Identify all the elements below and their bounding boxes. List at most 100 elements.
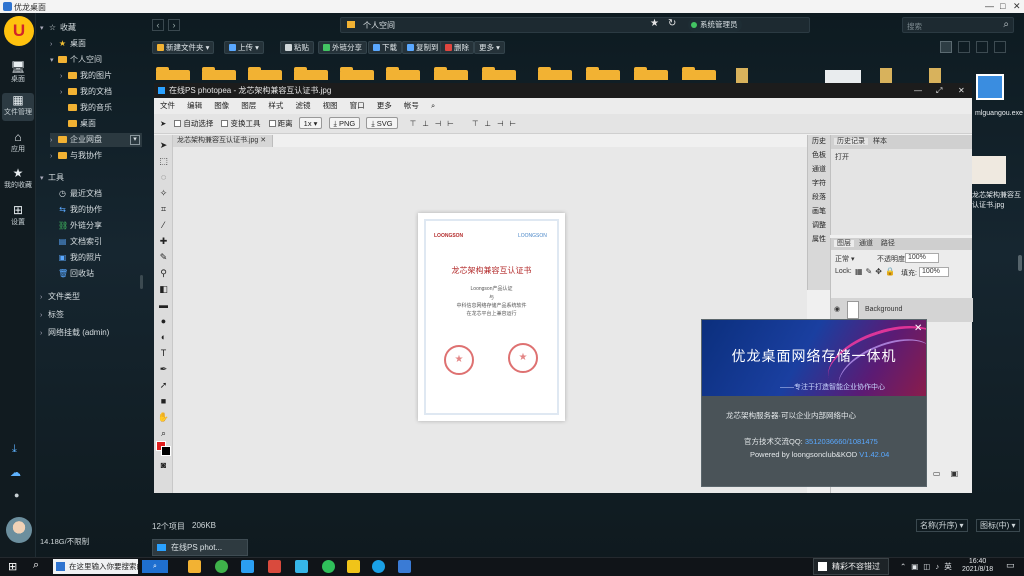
minimize-icon[interactable]: — (914, 83, 922, 98)
nav-apps[interactable]: ⌂ 应用 (2, 130, 34, 158)
windows-start-icon[interactable]: ⊞ (8, 560, 17, 573)
wechat-icon[interactable] (322, 560, 335, 573)
auto-select-checkbox[interactable] (174, 120, 182, 127)
search-icon[interactable]: ⌕ (1003, 19, 1009, 30)
search-icon[interactable]: ⌕ (431, 101, 435, 110)
marquee-tool-icon[interactable]: ⬚ (157, 155, 170, 168)
edge-icon[interactable] (372, 560, 385, 573)
folder-item[interactable] (586, 67, 620, 80)
search-icon[interactable]: ⌕ (33, 559, 39, 572)
document-tab[interactable]: 龙芯架构兼容互认证书.jpg ✕ (173, 135, 273, 147)
file-explorer-icon[interactable] (188, 560, 201, 573)
nav-favorites[interactable]: ★ 我的收藏 (2, 166, 34, 194)
tree-item-recycle-bin[interactable]: 🗑 回收站 (50, 267, 94, 281)
fill-input[interactable]: 100% (919, 267, 949, 277)
browser-app-icon[interactable] (241, 560, 254, 573)
notes-app-icon[interactable] (347, 560, 360, 573)
tree-item-my-pictures[interactable]: › 我的图片 (60, 69, 112, 83)
align-icons[interactable]: ⊤⊥⊣⊢ (410, 119, 460, 128)
nav-settings[interactable]: ⊞ 设置 (2, 203, 34, 231)
tree-item-doc-index[interactable]: ▤ 文档索引 (50, 235, 102, 249)
maximize-icon[interactable]: ⤢ (936, 83, 942, 98)
view-list-icon[interactable] (976, 41, 988, 53)
system-tray-icons[interactable]: ⌃▣◫♪英 (900, 561, 957, 572)
pen-tool-icon[interactable]: ✒ (157, 363, 170, 376)
copy-to-button[interactable]: 复制到 (402, 41, 444, 54)
close-icon[interactable]: ✕ (914, 323, 922, 334)
panel-swatches-tab[interactable]: 色板 (808, 149, 830, 163)
folder-item[interactable] (434, 67, 468, 80)
app-logo[interactable]: U (4, 16, 34, 46)
tree-scrollbar[interactable] (140, 275, 143, 289)
search-button[interactable]: ⌕ (142, 560, 168, 573)
panel-character-tab[interactable]: 字符 (808, 177, 830, 191)
file-list-scrollbar[interactable] (1018, 255, 1022, 271)
forward-button[interactable]: › (168, 19, 180, 31)
eraser-tool-icon[interactable]: ◧ (157, 283, 170, 296)
tree-item-collaboration[interactable]: › 与我协作 (50, 149, 102, 163)
tree-item-my-music[interactable]: 我的音乐 (60, 101, 112, 115)
tree-item-share-links[interactable]: ⛓ 外链分享 (50, 219, 102, 233)
video-app-icon[interactable] (295, 560, 308, 573)
folder-item[interactable] (202, 67, 236, 80)
history-tab[interactable]: 历史记录 (834, 138, 868, 145)
zoom-select[interactable]: 1x ▾ (298, 117, 323, 129)
nav-file-manager[interactable]: ▦ 文件管理 (2, 93, 34, 121)
export-svg-button[interactable]: ⤓ SVG (366, 117, 398, 129)
tree-item-my-collab[interactable]: ⇆ 我的协作 (50, 203, 102, 217)
hand-tool-icon[interactable]: ✋ (157, 411, 170, 424)
path-select-tool-icon[interactable]: ➚ (157, 379, 170, 392)
star-icon[interactable]: ★ (650, 18, 659, 29)
delete-button[interactable]: 删除 (440, 41, 474, 54)
transform-checkbox[interactable] (221, 120, 229, 127)
folder-item[interactable] (538, 67, 572, 80)
archive-file-icon[interactable] (880, 68, 892, 83)
upload-button[interactable]: 上传 ▾ (224, 41, 264, 54)
more-button[interactable]: 更多 ▾ (474, 41, 505, 54)
tree-item-enterprise-drive[interactable]: › 企业网盘 ▾ (50, 133, 142, 147)
close-icon[interactable]: ✕ (1013, 1, 1021, 12)
ime-news-badge[interactable]: 精彩不容错过 (813, 558, 889, 575)
maximize-icon[interactable]: □ (1000, 1, 1005, 11)
shape-tool-icon[interactable]: ■ (157, 395, 170, 408)
back-button[interactable]: ‹ (152, 19, 164, 31)
menu-edit[interactable]: 编辑 (187, 101, 202, 110)
minimize-icon[interactable]: — (985, 1, 994, 11)
view-select[interactable]: 图标(中) ▾ (976, 519, 1020, 532)
view-grid-large-icon[interactable] (940, 41, 952, 53)
new-folder-button[interactable]: 新建文件夹 ▾ (152, 41, 215, 54)
tree-item-tags[interactable]: › 标签 (40, 308, 64, 322)
folder-item[interactable] (156, 67, 190, 80)
blend-mode-select[interactable]: 正常 ▾ (835, 254, 854, 264)
tree-item-desktop-favorite[interactable]: › ★ 桌面 (50, 37, 86, 51)
tree-item-tools[interactable]: ▾ 工具 (40, 171, 64, 185)
jpg-file-thumbnail[interactable] (972, 156, 1006, 184)
panel-brush-tab[interactable]: 画笔 (808, 205, 830, 219)
download-button[interactable]: 下载 (368, 41, 402, 54)
folder-item[interactable] (386, 67, 420, 80)
channels-tab[interactable]: 通道 (856, 240, 876, 247)
download-icon[interactable]: ⤓ (12, 443, 17, 456)
quick-mask-icon[interactable]: ◙ (157, 459, 170, 472)
menu-view[interactable]: 视图 (323, 101, 338, 110)
taskbar-clock[interactable]: 16:40 2021/8/18 (962, 558, 993, 574)
blur-tool-icon[interactable]: ● (157, 315, 170, 328)
menu-window[interactable]: 窗口 (350, 101, 365, 110)
panel-paragraph-tab[interactable]: 段落 (808, 191, 830, 205)
chrome-icon[interactable] (215, 560, 228, 573)
search-input[interactable]: 搜索 ⌕ (902, 17, 1014, 33)
folder-item[interactable] (340, 67, 374, 80)
move-tool-icon[interactable]: ➤ (160, 119, 166, 128)
taskbar-search-input[interactable]: 在这里输入你要搜索的内容 (53, 559, 138, 574)
samples-tab[interactable]: 样本 (870, 138, 890, 145)
avatar[interactable] (6, 517, 32, 543)
history-entry[interactable]: 打开 (831, 149, 972, 165)
background-color-swatch[interactable] (161, 446, 171, 456)
folder-item[interactable] (634, 67, 668, 80)
healing-tool-icon[interactable]: ✚ (157, 235, 170, 248)
menu-image[interactable]: 图像 (214, 101, 229, 110)
lasso-tool-icon[interactable]: ◌ (157, 171, 170, 184)
media-app-icon[interactable] (268, 560, 281, 573)
paths-tab[interactable]: 路径 (878, 240, 898, 247)
panel-adjust-tab[interactable]: 调整 (808, 219, 830, 233)
